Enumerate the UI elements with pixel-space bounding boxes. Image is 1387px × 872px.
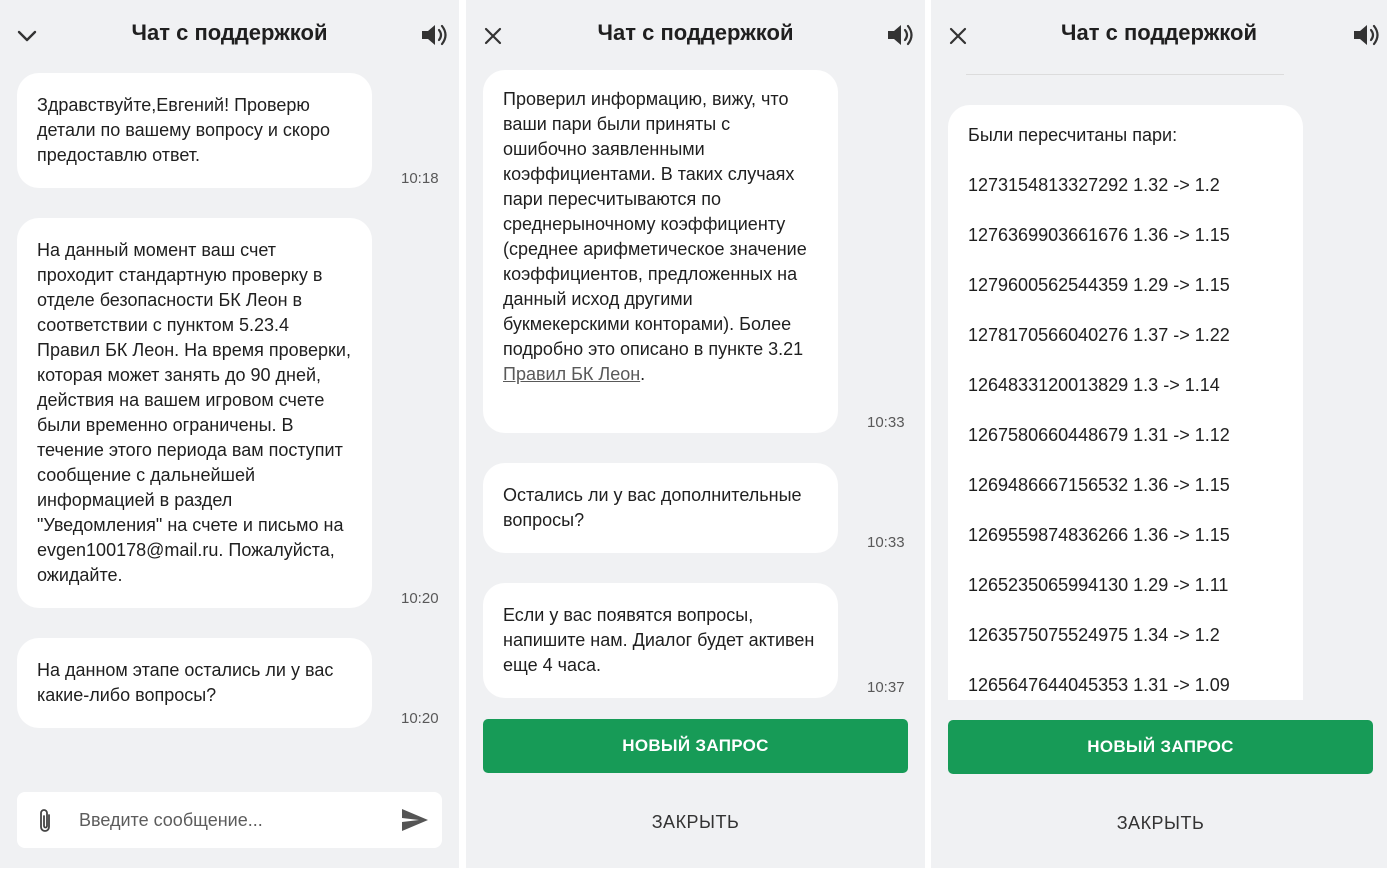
message-intro: Были пересчитаны пари: xyxy=(968,125,1178,145)
paperclip-icon[interactable] xyxy=(35,807,55,835)
list-item: 1273154813327292 1.32 -> 1.2 xyxy=(968,175,1220,195)
list-item: 1269486667156532 1.36 -> 1.15 xyxy=(968,475,1230,495)
support-message: Были пересчитаны пари: 1273154813327292 … xyxy=(948,105,1303,705)
list-item: 1269559874836266 1.36 -> 1.15 xyxy=(968,525,1230,545)
list-item: 1267580660448679 1.31 -> 1.12 xyxy=(968,425,1230,445)
message-text: Проверил информацию, вижу, что ваши пари… xyxy=(503,89,807,359)
new-request-button[interactable]: НОВЫЙ ЗАПРОС xyxy=(948,720,1373,774)
chat-title: Чат с поддержкой xyxy=(1061,20,1257,45)
divider xyxy=(966,74,1284,75)
message-time: 10:33 xyxy=(867,414,905,431)
new-request-button[interactable]: НОВЫЙ ЗАПРОС xyxy=(483,719,908,773)
list-item: 1264833120013829 1.3 -> 1.14 xyxy=(968,375,1220,395)
support-message: На данном этапе остались ли у вас какие-… xyxy=(17,638,372,728)
message-text: Если у вас появятся вопросы, напишите на… xyxy=(503,605,815,675)
chat-header: Чат с поддержкой xyxy=(466,0,925,72)
support-message: Остались ли у вас дополнительные вопросы… xyxy=(483,463,838,553)
message-input[interactable] xyxy=(79,804,379,836)
list-item: 1276369903661676 1.36 -> 1.15 xyxy=(968,225,1230,245)
support-message: Здравствуйте,Евгений! Проверю детали по … xyxy=(17,73,372,188)
list-item: 1278170566040276 1.37 -> 1.22 xyxy=(968,325,1230,345)
chat-panel-3: Чат с поддержкой Были пересчитаны пари: … xyxy=(931,0,1387,868)
support-message: Если у вас появятся вопросы, напишите на… xyxy=(483,583,838,698)
support-message: Проверил информацию, вижу, что ваши пари… xyxy=(483,70,838,433)
message-suffix: . xyxy=(640,364,646,384)
message-time: 10:20 xyxy=(401,710,439,727)
message-text: Здравствуйте,Евгений! Проверю детали по … xyxy=(37,95,330,165)
message-time: 10:37 xyxy=(867,679,905,696)
support-message: На данный момент ваш счет проходит станд… xyxy=(17,218,372,608)
message-text: Остались ли у вас дополнительные вопросы… xyxy=(503,485,802,530)
message-time: 10:20 xyxy=(401,590,439,607)
rules-link[interactable]: Правил БК Леон xyxy=(503,364,640,384)
message-text: На данный момент ваш счет проходит станд… xyxy=(37,240,351,585)
list-item: 1279600562544359 1.29 -> 1.15 xyxy=(968,275,1230,295)
chat-header: Чат с поддержкой xyxy=(931,0,1387,72)
list-item: 1265235065994130 1.29 -> 1.11 xyxy=(968,575,1229,595)
chat-title: Чат с поддержкой xyxy=(131,20,328,45)
message-time: 10:18 xyxy=(401,170,439,187)
chat-panel-2: Чат с поддержкой Проверил информацию, ви… xyxy=(466,0,925,868)
list-item: 1263575075524975 1.34 -> 1.2 xyxy=(968,625,1220,645)
chat-title: Чат с поддержкой xyxy=(597,20,794,45)
message-text: На данном этапе остались ли у вас какие-… xyxy=(37,660,334,705)
close-button[interactable]: ЗАКРЫТЬ xyxy=(483,802,908,842)
speaker-icon[interactable] xyxy=(885,20,915,50)
speaker-icon[interactable] xyxy=(1351,20,1381,50)
chat-header: Чат с поддержкой xyxy=(0,0,459,72)
message-time: 10:33 xyxy=(867,534,905,551)
close-button[interactable]: ЗАКРЫТЬ xyxy=(948,803,1373,843)
message-input-bar xyxy=(17,792,442,848)
send-icon[interactable] xyxy=(400,807,430,833)
recalculated-pairs-list: 1273154813327292 1.32 -> 1.2 12763699036… xyxy=(968,173,1283,723)
chat-panel-1: Чат с поддержкой Здравствуйте,Евгений! П… xyxy=(0,0,459,868)
speaker-icon[interactable] xyxy=(419,20,449,50)
